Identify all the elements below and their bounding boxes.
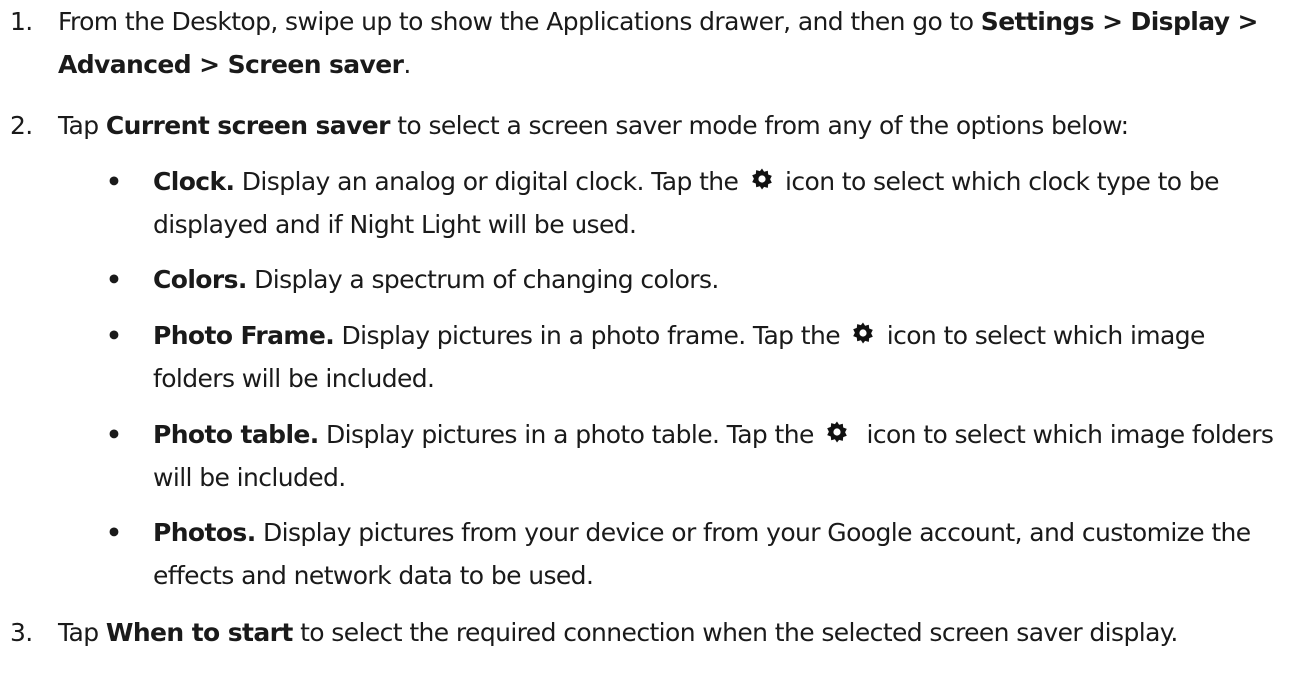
option-description: Display an analog or digital clock. Tap …	[234, 167, 746, 196]
bullet: •	[106, 321, 122, 350]
step-text-part: to select a screen saver mode from any o…	[389, 111, 1129, 140]
step-text-part: From the Desktop, swipe up to show the A…	[58, 7, 981, 36]
step-number: 1.	[10, 7, 33, 36]
step-text: From the Desktop, swipe up to show the A…	[58, 0, 1280, 86]
step-3: 3. Tap When to start to select the requi…	[10, 611, 1280, 691]
gear-icon	[750, 167, 774, 191]
step-2: 2. Tap Current screen saver to select a …	[10, 104, 1280, 148]
step-number: 2.	[10, 111, 33, 140]
step-number: 3.	[10, 618, 33, 647]
gear-icon	[851, 321, 875, 345]
option-text: Photo table. Display pictures in a photo…	[153, 413, 1286, 499]
option-title: Colors.	[153, 265, 247, 294]
option-description: Display a spectrum of changing colors.	[246, 265, 719, 294]
option-title: Photo Frame.	[153, 321, 335, 350]
option-text: Clock. Display an analog or digital cloc…	[153, 160, 1286, 246]
option-text: Photo Frame. Display pictures in a photo…	[153, 314, 1286, 400]
option-text: Colors. Display a spectrum of changing c…	[153, 258, 1286, 301]
bullet: •	[106, 265, 122, 294]
option-description: Display pictures in a photo frame. Tap t…	[334, 321, 848, 350]
step-text-part: to select the required connection when t…	[292, 618, 1178, 647]
bullet: •	[106, 420, 122, 449]
option-title: Photo table.	[153, 420, 319, 449]
instructions-document: 1. From the Desktop, swipe up to show th…	[0, 0, 1292, 689]
step-text-part: Tap	[58, 111, 106, 140]
option-title: Clock.	[153, 167, 235, 196]
gear-icon	[825, 420, 849, 444]
step-text: Tap Current screen saver to select a scr…	[58, 104, 1280, 147]
option-text: Photos. Display pictures from your devic…	[153, 511, 1286, 597]
step-text-part: Tap	[58, 618, 106, 647]
step-1: 1. From the Desktop, swipe up to show th…	[10, 0, 1280, 96]
bullet: •	[106, 167, 122, 196]
setting-name: Current screen saver	[105, 111, 391, 140]
option-title: Photos.	[153, 518, 256, 547]
setting-name: When to start	[105, 618, 293, 647]
step-text-part: .	[403, 50, 411, 79]
option-description: Display pictures from your device or fro…	[153, 518, 1251, 590]
step-text: Tap When to start to select the required…	[58, 611, 1280, 654]
bullet: •	[106, 518, 122, 547]
option-description: Display pictures in a photo table. Tap t…	[318, 420, 822, 449]
